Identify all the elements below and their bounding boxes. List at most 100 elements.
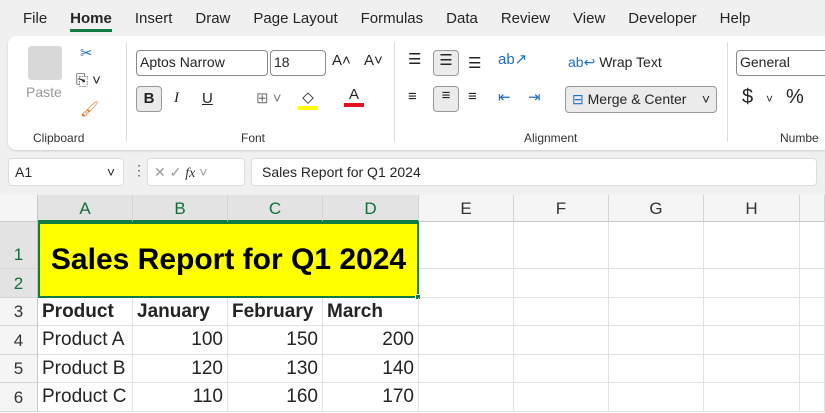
cell[interactable] <box>419 355 514 383</box>
sales-value-cell[interactable]: 140 <box>323 355 419 383</box>
cell[interactable] <box>800 269 825 298</box>
name-box[interactable]: A1 ˅ <box>8 158 124 186</box>
currency-button[interactable]: $ <box>742 86 753 109</box>
cut-icon[interactable]: ✂ <box>80 44 93 62</box>
sales-value-cell[interactable]: 150 <box>228 326 323 355</box>
menu-page-layout[interactable]: Page Layout <box>253 10 337 27</box>
cell[interactable] <box>419 326 514 355</box>
column-header-G[interactable]: G <box>609 195 704 222</box>
cell[interactable] <box>609 269 704 298</box>
font-color-icon[interactable]: A <box>344 86 364 107</box>
decrease-font-icon[interactable]: A˅ <box>364 52 383 69</box>
sales-value-cell[interactable]: 130 <box>228 355 323 383</box>
column-header-F[interactable]: F <box>514 195 609 222</box>
paste-icon[interactable] <box>28 46 62 80</box>
more-icon[interactable]: ⋮ <box>132 162 146 179</box>
align-bottom-icon[interactable]: ☰ <box>468 54 481 72</box>
column-header-C[interactable]: C <box>228 195 323 222</box>
menu-help[interactable]: Help <box>720 10 751 27</box>
increase-indent-icon[interactable]: ⇥ <box>528 88 541 106</box>
sales-value-cell[interactable]: 120 <box>133 355 228 383</box>
row-header-6[interactable]: 6 <box>0 383 38 412</box>
formula-input[interactable]: Sales Report for Q1 2024 <box>251 158 817 186</box>
product-name-cell[interactable]: Product B <box>38 355 133 383</box>
font-name-select[interactable]: Aptos Narrow <box>136 50 268 76</box>
cell[interactable] <box>704 222 800 269</box>
product-name-cell[interactable]: Product C <box>38 383 133 412</box>
orientation-icon[interactable]: ab↗ <box>498 50 527 68</box>
column-label-cell[interactable]: February <box>228 298 323 326</box>
menu-file[interactable]: File <box>23 10 47 27</box>
paste-button[interactable]: Paste <box>26 84 62 100</box>
column-header-H[interactable]: H <box>704 195 800 222</box>
menu-home[interactable]: Home <box>70 10 112 32</box>
enter-icon[interactable]: ✓ <box>170 164 182 180</box>
italic-button[interactable]: I <box>174 90 179 107</box>
merged-title-cell[interactable]: Sales Report for Q1 2024 <box>38 222 419 298</box>
cell[interactable] <box>704 269 800 298</box>
sales-value-cell[interactable]: 200 <box>323 326 419 355</box>
cell[interactable] <box>609 298 704 326</box>
menu-draw[interactable]: Draw <box>195 10 230 27</box>
cell[interactable] <box>514 355 609 383</box>
merge-center-button[interactable]: ⊟ Merge & Center ˅ <box>565 86 717 113</box>
cell[interactable] <box>514 222 609 269</box>
cell[interactable] <box>514 269 609 298</box>
borders-icon[interactable]: ⊞ ˅ <box>256 89 282 107</box>
column-header-E[interactable]: E <box>419 195 514 222</box>
sales-value-cell[interactable]: 160 <box>228 383 323 412</box>
cell[interactable] <box>514 326 609 355</box>
cell[interactable] <box>704 383 800 412</box>
cell[interactable] <box>609 383 704 412</box>
number-format-select[interactable]: General <box>736 50 825 76</box>
menu-view[interactable]: View <box>573 10 605 27</box>
cell[interactable] <box>419 269 514 298</box>
cell[interactable] <box>704 355 800 383</box>
cell[interactable] <box>609 222 704 269</box>
cell[interactable] <box>419 383 514 412</box>
cell[interactable] <box>800 298 825 326</box>
column-header-D[interactable]: D <box>323 195 419 222</box>
cell[interactable] <box>800 355 825 383</box>
increase-font-icon[interactable]: A˄ <box>332 52 351 69</box>
sales-value-cell[interactable]: 100 <box>133 326 228 355</box>
row-header-2[interactable]: 2 <box>0 269 38 298</box>
fill-color-icon[interactable]: ◇ <box>298 88 318 110</box>
cell[interactable] <box>800 383 825 412</box>
cell[interactable] <box>609 326 704 355</box>
menu-developer[interactable]: Developer <box>628 10 696 27</box>
fx-button[interactable]: fx <box>185 166 195 181</box>
column-label-cell[interactable]: March <box>323 298 419 326</box>
cancel-icon[interactable]: ✕ <box>154 164 166 180</box>
row-header-5[interactable]: 5 <box>0 355 38 383</box>
cell[interactable] <box>800 222 825 269</box>
menu-formulas[interactable]: Formulas <box>361 10 424 27</box>
align-left-icon[interactable]: ≡ <box>408 88 417 105</box>
sales-value-cell[interactable]: 170 <box>323 383 419 412</box>
cell[interactable] <box>419 222 514 269</box>
cell[interactable] <box>609 355 704 383</box>
column-header-B[interactable]: B <box>133 195 228 222</box>
row-header-4[interactable]: 4 <box>0 326 38 355</box>
select-all-button[interactable] <box>0 195 38 222</box>
column-label-cell[interactable]: January <box>133 298 228 326</box>
row-header-1[interactable]: 1 <box>0 222 38 269</box>
cell[interactable] <box>800 326 825 355</box>
percent-button[interactable]: % <box>786 86 804 109</box>
menu-insert[interactable]: Insert <box>135 10 173 27</box>
column-header-A[interactable]: A <box>38 195 133 222</box>
column-header-partial[interactable] <box>800 195 825 222</box>
copy-icon[interactable]: ⎘ ˅ <box>76 72 101 89</box>
align-middle-icon[interactable]: ☰ <box>433 50 459 76</box>
format-painter-icon[interactable]: 🖌 <box>80 100 99 118</box>
font-size-select[interactable]: 18 <box>270 50 326 76</box>
chevron-down-icon[interactable]: ˅ <box>766 92 773 106</box>
product-name-cell[interactable]: Product A <box>38 326 133 355</box>
menu-data[interactable]: Data <box>446 10 478 27</box>
decrease-indent-icon[interactable]: ⇤ <box>498 88 511 106</box>
cell[interactable] <box>514 383 609 412</box>
cell[interactable] <box>514 298 609 326</box>
underline-button[interactable]: U <box>202 90 213 107</box>
cell[interactable] <box>419 298 514 326</box>
cell[interactable] <box>704 326 800 355</box>
